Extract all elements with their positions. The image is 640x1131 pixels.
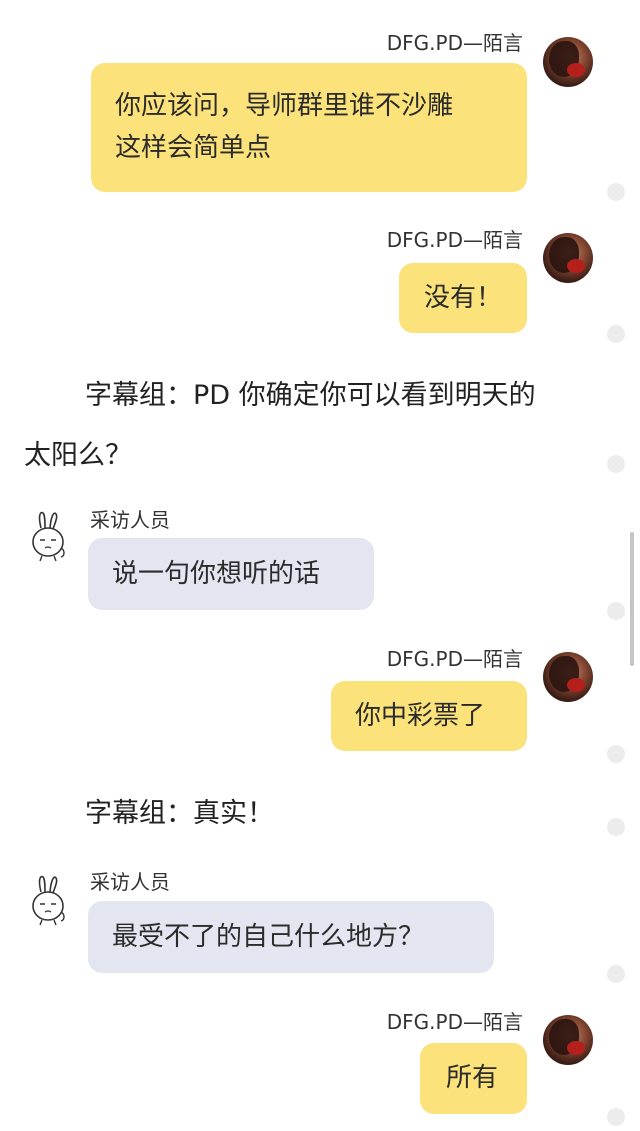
- rabbit-sticker-icon[interactable]: [28, 510, 70, 562]
- message-bubble[interactable]: 你中彩票了: [331, 681, 527, 751]
- selection-dot[interactable]: [607, 818, 625, 836]
- message-text: 你中彩票了: [355, 701, 486, 731]
- user-avatar[interactable]: [543, 1015, 593, 1065]
- selection-dot[interactable]: [607, 325, 625, 343]
- message-bubble[interactable]: 说一句你想听的话: [88, 538, 374, 610]
- message-text: 这样会简单点: [115, 133, 272, 163]
- sender-name: 采访人员: [90, 870, 170, 894]
- selection-dot[interactable]: [607, 1108, 625, 1126]
- message-text: 你应该问，导师群里谁不沙雕: [115, 91, 454, 121]
- rabbit-sticker-icon[interactable]: [28, 874, 70, 926]
- subtitle-text: 字幕组：真实！: [85, 798, 274, 829]
- sender-name: DFG.PD—陌言: [386, 31, 523, 55]
- message-text: 说一句你想听的话: [112, 559, 321, 589]
- sender-name: DFG.PD—陌言: [386, 228, 523, 252]
- selection-dot[interactable]: [607, 745, 625, 763]
- subtitle-text: 太阳么？: [24, 440, 132, 471]
- selection-dot[interactable]: [607, 455, 625, 473]
- message-bubble[interactable]: 你应该问，导师群里谁不沙雕 这样会简单点: [91, 63, 527, 192]
- user-avatar[interactable]: [543, 652, 593, 702]
- scrollbar[interactable]: [630, 532, 634, 666]
- selection-dot[interactable]: [607, 183, 625, 201]
- message-text: 没有！: [423, 283, 502, 313]
- message-text: 最受不了的自己什么地方？: [112, 922, 425, 952]
- sender-name: 采访人员: [90, 508, 170, 532]
- user-avatar[interactable]: [543, 37, 593, 87]
- message-bubble[interactable]: 没有！: [398, 263, 527, 333]
- selection-dot[interactable]: [607, 602, 625, 620]
- subtitle-text: 字幕组：PD 你确定你可以看到明天的: [85, 380, 536, 411]
- message-bubble[interactable]: 所有: [420, 1043, 527, 1114]
- selection-dot[interactable]: [607, 965, 625, 983]
- sender-name: DFG.PD—陌言: [386, 647, 523, 671]
- message-bubble[interactable]: 最受不了的自己什么地方？: [88, 901, 494, 973]
- message-text: 所有: [446, 1063, 499, 1093]
- user-avatar[interactable]: [543, 233, 593, 283]
- chat-screen: DFG.PD—陌言 你应该问，导师群里谁不沙雕 这样会简单点 DFG.PD—陌言…: [0, 0, 640, 1131]
- sender-name: DFG.PD—陌言: [386, 1010, 523, 1034]
